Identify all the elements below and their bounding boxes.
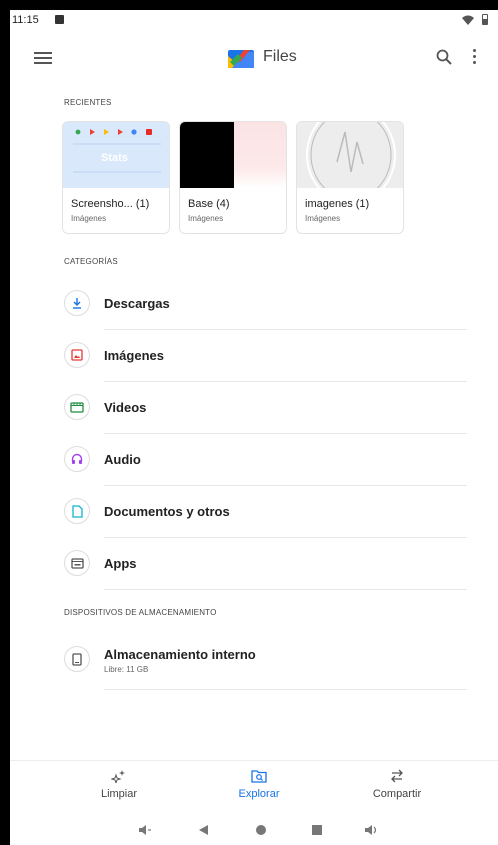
categories-heading: CATEGORÍAS bbox=[64, 257, 118, 266]
thumb-text: Stats bbox=[101, 152, 128, 164]
category-documentos[interactable]: Documentos y otros bbox=[64, 486, 467, 538]
phone-storage-icon bbox=[64, 646, 90, 672]
recent-card-type: Imágenes bbox=[71, 214, 107, 223]
internal-storage-item[interactable]: Almacenamiento interno Libre: 11 GB bbox=[64, 640, 467, 690]
volume-down-icon[interactable] bbox=[136, 821, 154, 839]
storage-heading: DISPOSITIVOS DE ALMACENAMIENTO bbox=[64, 608, 217, 617]
recent-thumbnail bbox=[297, 122, 403, 188]
recent-card-screenshots[interactable]: Stats Screensho... (1) Imágenes bbox=[62, 121, 170, 234]
bottom-navigation: Limpiar Explorar Compartir bbox=[10, 760, 498, 805]
storage-free: Libre: 11 GB bbox=[104, 665, 149, 674]
video-icon bbox=[64, 394, 90, 420]
system-navigation bbox=[10, 815, 498, 845]
headphones-icon bbox=[64, 446, 90, 472]
volume-up-icon[interactable] bbox=[362, 821, 380, 839]
recent-card-type: Imágenes bbox=[188, 214, 224, 223]
category-label: Audio bbox=[104, 452, 141, 467]
category-label: Documentos y otros bbox=[104, 504, 230, 519]
status-time: 11:15 bbox=[12, 14, 39, 26]
nav-limpiar[interactable]: Limpiar bbox=[64, 767, 174, 805]
recent-card-name: imagenes (1) bbox=[305, 198, 370, 210]
sparkle-icon bbox=[64, 767, 174, 785]
recent-heading: RECIENTES bbox=[64, 98, 112, 107]
swap-icon bbox=[342, 767, 452, 785]
nav-label: Limpiar bbox=[100, 788, 138, 800]
status-bar: 11:15 bbox=[10, 10, 498, 32]
divider bbox=[104, 589, 467, 590]
recent-card-name: Base (4) bbox=[188, 198, 230, 210]
recent-card-imagenes[interactable]: imagenes (1) Imágenes bbox=[296, 121, 404, 234]
storage-label: Almacenamiento interno bbox=[104, 647, 256, 662]
search-icon[interactable] bbox=[436, 49, 452, 65]
nav-label: Compartir bbox=[372, 788, 422, 800]
category-apps[interactable]: Apps bbox=[64, 538, 467, 590]
category-label: Descargas bbox=[104, 296, 170, 311]
category-label: Imágenes bbox=[104, 348, 164, 363]
category-imagenes[interactable]: Imágenes bbox=[64, 330, 467, 382]
category-label: Apps bbox=[104, 556, 137, 571]
image-icon bbox=[64, 342, 90, 368]
divider bbox=[104, 689, 467, 690]
category-descargas[interactable]: Descargas bbox=[64, 278, 467, 330]
nav-explorar[interactable]: Explorar bbox=[204, 767, 314, 805]
app-title: Files bbox=[263, 48, 297, 65]
download-icon bbox=[64, 290, 90, 316]
home-icon[interactable] bbox=[252, 821, 270, 839]
battery-icon bbox=[482, 14, 488, 25]
recents-icon[interactable] bbox=[308, 821, 326, 839]
notification-icon bbox=[55, 15, 64, 24]
browse-icon bbox=[204, 767, 314, 785]
back-icon[interactable] bbox=[194, 821, 212, 839]
recent-thumbnail: Stats bbox=[63, 122, 169, 188]
nav-label: Explorar bbox=[238, 788, 280, 800]
category-videos[interactable]: Videos bbox=[64, 382, 467, 434]
category-audio[interactable]: Audio bbox=[64, 434, 467, 486]
category-label: Videos bbox=[104, 400, 147, 415]
files-logo-icon bbox=[228, 50, 254, 68]
app-bar: Files bbox=[10, 38, 498, 78]
recent-card-type: Imágenes bbox=[305, 214, 341, 223]
recent-thumbnail bbox=[180, 122, 286, 188]
wifi-icon bbox=[462, 15, 474, 25]
more-options-icon[interactable] bbox=[472, 49, 478, 67]
document-icon bbox=[64, 498, 90, 524]
nav-compartir[interactable]: Compartir bbox=[342, 767, 452, 805]
recent-card-base[interactable]: Base (4) Imágenes bbox=[179, 121, 287, 234]
apps-icon bbox=[64, 550, 90, 576]
menu-icon[interactable] bbox=[34, 52, 52, 64]
recent-card-name: Screensho... (1) bbox=[71, 198, 150, 210]
screen: 11:15 Files RECIENTES Stats Screensho...… bbox=[10, 10, 498, 845]
